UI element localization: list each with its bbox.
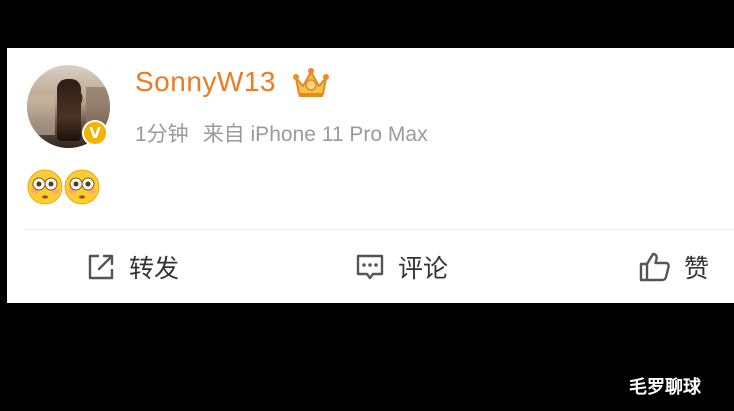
post-time: 1分钟 — [135, 123, 189, 146]
comment-icon — [356, 254, 384, 280]
username-link[interactable]: SonnyW13 — [135, 66, 276, 98]
avatar-person — [57, 79, 81, 141]
watermark-text: 毛罗聊球 — [629, 377, 701, 398]
repost-label: 转发 — [129, 254, 180, 283]
post-content — [27, 169, 101, 207]
share-icon — [88, 254, 114, 280]
post-source: 来自 iPhone 11 Pro Max — [202, 123, 428, 146]
like-button[interactable]: 赞 — [638, 248, 709, 286]
flushed-face-emoji-icon — [64, 169, 100, 205]
flushed-face-emoji-icon — [27, 169, 63, 205]
divider — [24, 229, 734, 230]
post-card: V SonnyW13 1分钟 来自 iPhone 11 Pro Max 转发 评… — [7, 48, 734, 303]
repost-button[interactable]: 转发 — [85, 248, 179, 286]
post-meta: 1分钟 来自 iPhone 11 Pro Max — [135, 118, 428, 148]
thumbs-up-icon — [639, 252, 670, 282]
avatar-background — [27, 95, 55, 135]
like-label: 赞 — [684, 254, 710, 283]
verified-badge-icon: V — [82, 120, 108, 146]
comment-label: 评论 — [398, 254, 449, 283]
crown-icon — [293, 68, 329, 97]
comment-button[interactable]: 评论 — [354, 248, 448, 286]
